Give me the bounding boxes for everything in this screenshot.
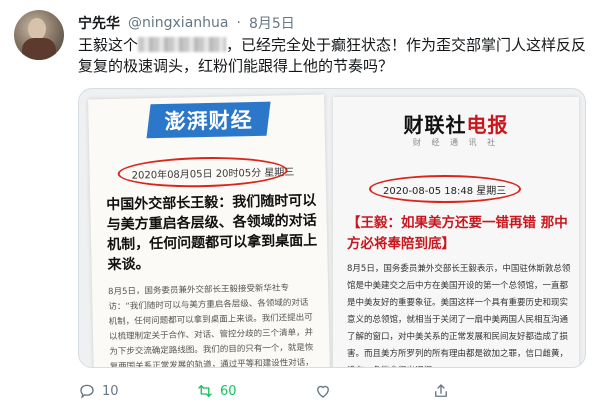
- like-icon: [317, 385, 329, 398]
- like-button[interactable]: [314, 382, 432, 400]
- separator: ·: [236, 15, 241, 31]
- tweet-text: 王毅这个 ，已经完全处于癫狂状态！作为歪交部掌门人这样反反复复的极速调头，红粉们能…: [78, 35, 588, 77]
- retweet-count: 60: [220, 383, 237, 399]
- media-right-panel: 财联社电报 财 经 通 讯 社 2020-08-05 18:48 星期三 【王毅…: [333, 97, 579, 367]
- reply-icon: [80, 384, 94, 399]
- left-timestamp-block: 2020年08月05日 20时05分 星期三: [117, 155, 295, 189]
- pengpai-logo-text: 澎湃财经: [164, 107, 253, 134]
- retweet-icon: [198, 385, 212, 397]
- avatar-shirt: [22, 38, 56, 60]
- right-timestamp: 2020-08-05 18:48 星期三: [383, 186, 507, 197]
- blurred-text: [138, 37, 227, 52]
- right-timestamp-block: 2020-08-05 18:48 星期三: [369, 175, 521, 203]
- cailianshe-subtitle: 财 经 通 讯 社: [412, 138, 500, 147]
- share-icon: [435, 384, 447, 397]
- left-body: 8月5日，国务委员兼外交部长王毅接受新华社专访：“我们随时可以与美方重启各层级、…: [108, 283, 314, 368]
- tweet-header: 宁先华 @ningxianhua · 8月5日: [78, 14, 295, 32]
- author-handle[interactable]: @ningxianhua: [128, 15, 228, 31]
- media-left-panel: 澎湃财经 2020年08月05日 20时05分 星期三 中国外交部长王毅：我们随…: [88, 94, 330, 368]
- tweet-date[interactable]: 8月5日: [249, 13, 295, 33]
- tweet-media[interactable]: 澎湃财经 2020年08月05日 20时05分 星期三 中国外交部长王毅：我们随…: [78, 88, 586, 368]
- cailianshe-logo-prefix: 财联社: [403, 113, 467, 137]
- avatar[interactable]: [14, 10, 64, 60]
- tweet-actions: 10 60: [78, 380, 578, 402]
- reply-count: 10: [102, 383, 119, 399]
- left-headline: 中国外交部长王毅：我们随时可以与美方重启各层级、各领域的对话机制，任何问题都可以…: [106, 192, 318, 274]
- author-name[interactable]: 宁先华: [78, 13, 120, 33]
- tweet-text-start: 王毅这个: [78, 36, 139, 54]
- cailianshe-logo: 财联社电报: [333, 109, 579, 138]
- right-headline: 【王毅：如果美方还要一错再错 那中方必将奉陪到底】: [347, 215, 568, 252]
- right-body: 8月5日，国务委员兼外交部长王毅表示，中国驻休斯敦总领馆是中美建交之后中方在美国…: [347, 264, 571, 367]
- share-button[interactable]: [432, 382, 550, 400]
- pengpai-logo: 澎湃财经: [146, 101, 271, 139]
- tweet: 宁先华 @ningxianhua · 8月5日 王毅这个 ，已经完全处于癫狂状态！…: [0, 0, 600, 415]
- avatar-face: [28, 18, 46, 40]
- reply-button[interactable]: 10: [78, 382, 196, 400]
- cailianshe-logo-suffix: 电报: [466, 113, 509, 137]
- retweet-button[interactable]: 60: [196, 382, 314, 400]
